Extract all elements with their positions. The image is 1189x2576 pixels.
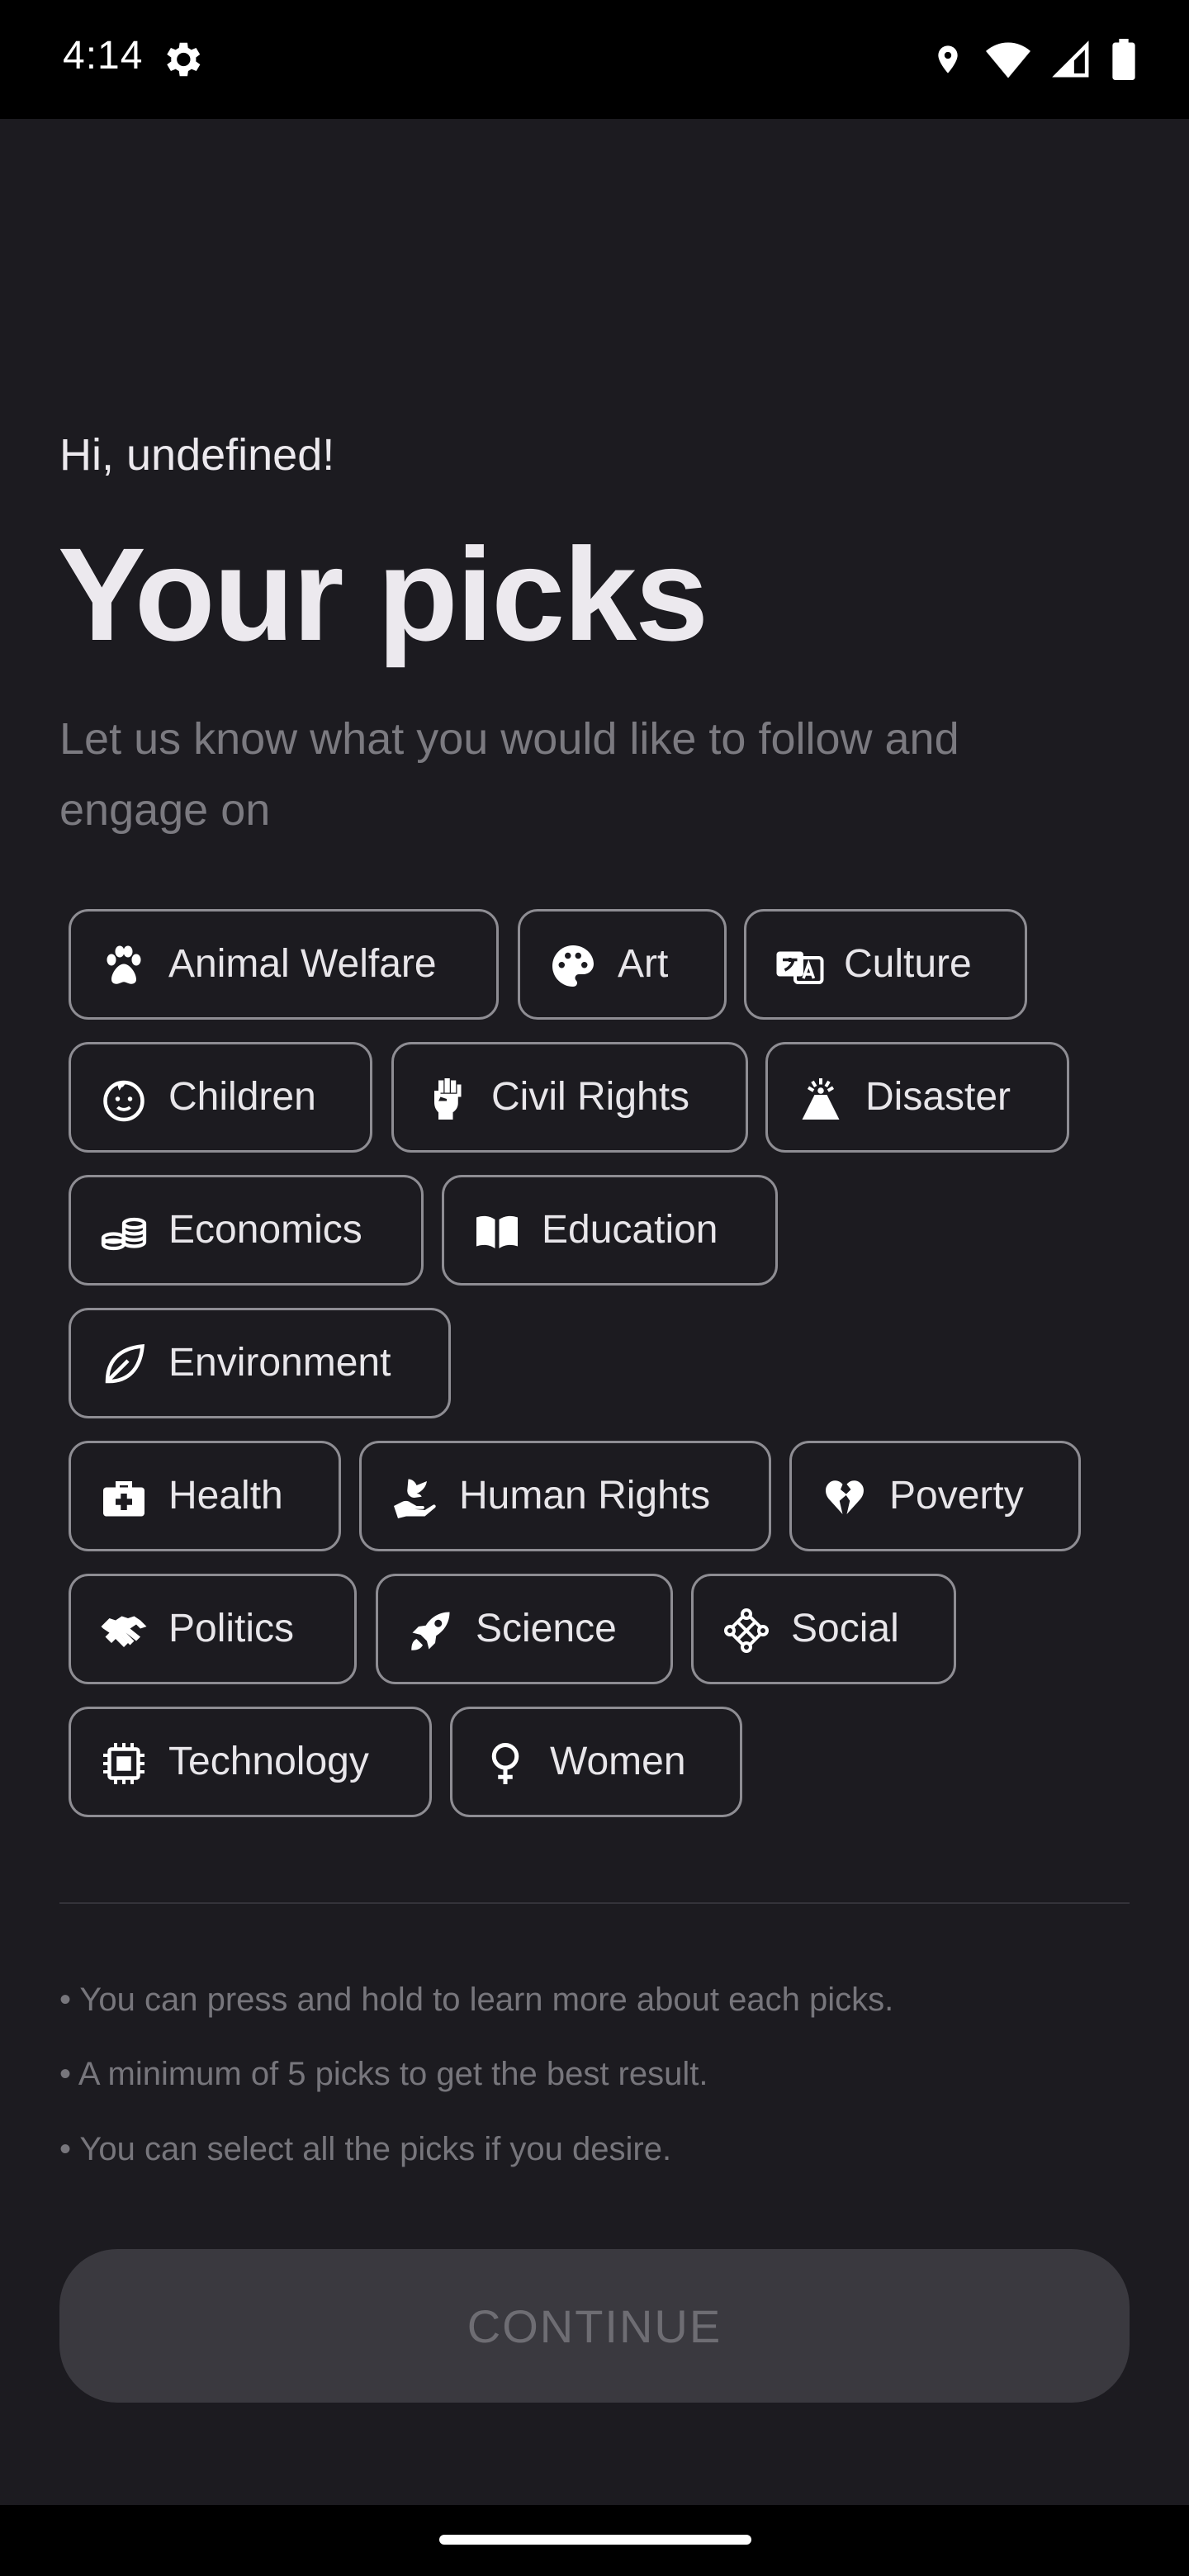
broken-heart-icon [820, 1473, 869, 1522]
status-time: 4:14 [63, 34, 144, 78]
paw-icon [99, 941, 149, 991]
pick-chip-disaster[interactable]: Disaster [765, 1042, 1069, 1153]
pick-chip-label: Technology [168, 1740, 369, 1783]
pick-chip-label: Environment [168, 1341, 391, 1385]
pick-chip-label: Education [542, 1208, 718, 1252]
pick-chip-civil-rights[interactable]: Civil Rights [391, 1042, 748, 1153]
pick-chip-culture[interactable]: Culture [744, 909, 1027, 1020]
pick-chip-education[interactable]: Education [442, 1175, 778, 1286]
palette-icon [548, 941, 598, 991]
pick-chip-label: Economics [168, 1208, 362, 1252]
pick-chip-politics[interactable]: Politics [69, 1574, 357, 1684]
pick-chip-health[interactable]: Health [69, 1441, 341, 1551]
handshake-icon [99, 1606, 149, 1655]
home-gesture-handle[interactable] [439, 2535, 751, 2545]
pick-chip-art[interactable]: Art [518, 909, 727, 1020]
people-circle-icon [722, 1606, 771, 1655]
pick-chip-poverty[interactable]: Poverty [789, 1441, 1081, 1551]
open-book-icon [472, 1207, 522, 1257]
continue-button[interactable]: CONTINUE [59, 2249, 1130, 2403]
dove-hand-icon [390, 1473, 439, 1522]
pick-chip-women[interactable]: Women [450, 1707, 742, 1817]
battery-icon [1112, 39, 1135, 80]
status-icons [931, 36, 1136, 83]
chip-icon [99, 1739, 149, 1788]
tip-text: • You can press and hold to learn more a… [59, 1982, 894, 2018]
raised-fist-icon [422, 1074, 471, 1124]
pick-chip-label: Health [168, 1474, 283, 1518]
pick-chip-label: Women [550, 1740, 686, 1783]
tip-text: • You can select all the picks if you de… [59, 2131, 672, 2167]
pick-chip-science[interactable]: Science [376, 1574, 673, 1684]
greeting-text: Hi, undefined! [59, 430, 335, 480]
pick-chip-technology[interactable]: Technology [69, 1707, 432, 1817]
page-title: Your picks [58, 520, 708, 668]
cellular-signal-icon [1052, 40, 1089, 78]
pick-chip-animal-welfare[interactable]: Animal Welfare [69, 909, 499, 1020]
pick-chip-label: Poverty [889, 1474, 1024, 1518]
coins-icon [99, 1207, 149, 1257]
pick-chip-label: Animal Welfare [168, 942, 437, 986]
status-bar: 4:14 [0, 0, 1189, 119]
pick-chip-label: Civil Rights [491, 1075, 690, 1119]
rocket-icon [406, 1606, 456, 1655]
pick-chip-social[interactable]: Social [691, 1574, 956, 1684]
pick-chip-economics[interactable]: Economics [69, 1175, 424, 1286]
pick-chip-label: Disaster [865, 1075, 1011, 1119]
pick-chip-label: Culture [844, 942, 972, 986]
leaf-icon [99, 1340, 149, 1390]
medical-kit-icon [99, 1473, 149, 1522]
settings-gear-icon [167, 42, 201, 77]
tip-text: • A minimum of 5 picks to get the best r… [59, 2056, 708, 2092]
translate-icon [775, 941, 824, 991]
volcano-icon [796, 1074, 846, 1124]
venus-icon [481, 1739, 530, 1788]
pick-chip-environment[interactable]: Environment [69, 1308, 451, 1418]
location-icon [938, 45, 958, 73]
page-subtitle: Let us know what you would like to follo… [59, 714, 959, 835]
section-divider [59, 1902, 1130, 1904]
pick-chip-human-rights[interactable]: Human Rights [359, 1441, 771, 1551]
pick-chip-label: Politics [168, 1607, 295, 1650]
wifi-icon [986, 42, 1030, 78]
pick-chip-label: Social [791, 1607, 899, 1650]
pick-chip-children[interactable]: Children [69, 1042, 372, 1153]
pick-chip-label: Children [168, 1075, 316, 1119]
baby-face-icon [99, 1074, 149, 1124]
pick-chip-label: Human Rights [459, 1474, 711, 1518]
pick-chip-label: Science [476, 1607, 617, 1650]
pick-chip-label: Art [618, 942, 669, 986]
